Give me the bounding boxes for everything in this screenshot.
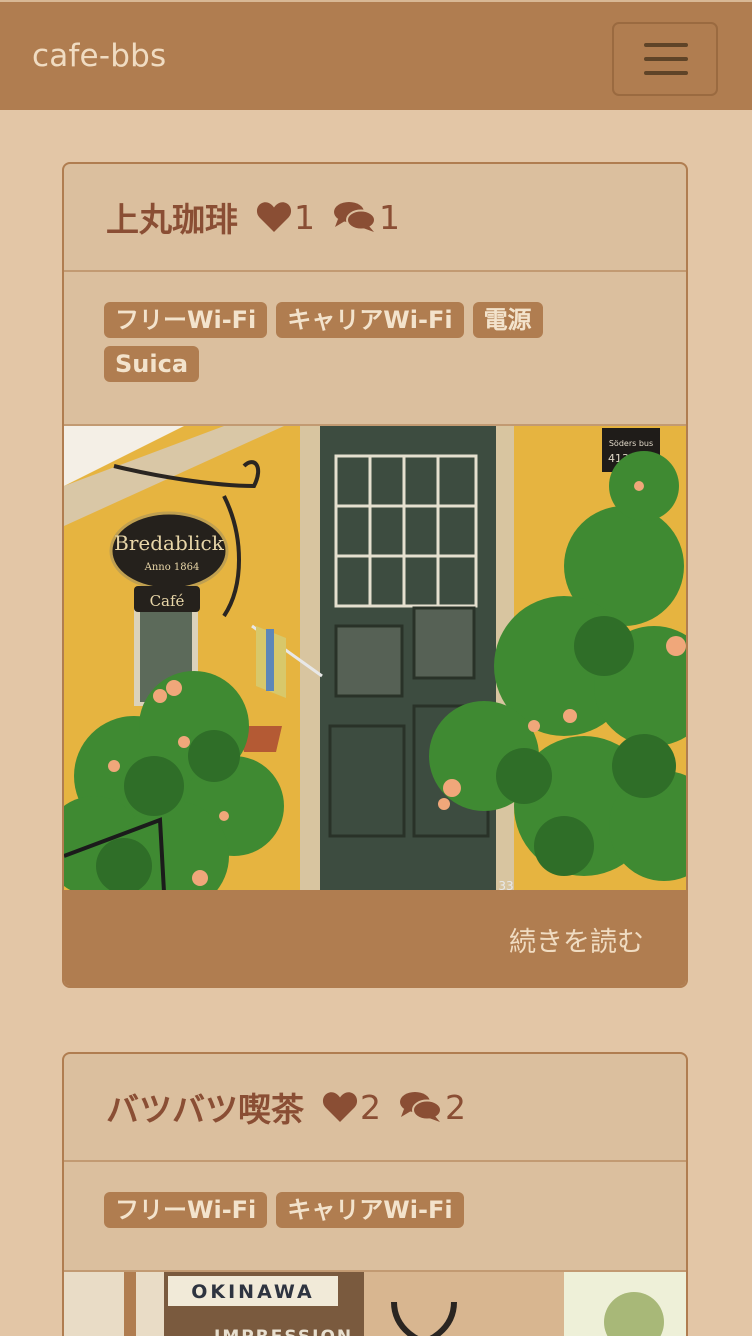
like-count[interactable]: 2 — [322, 1088, 381, 1127]
sign-name-text: Bredablick — [114, 531, 225, 555]
tag-badge[interactable]: 電源 — [472, 302, 543, 338]
heart-icon — [322, 1092, 358, 1122]
like-count-value: 2 — [360, 1087, 381, 1127]
comment-count-value: 2 — [445, 1087, 466, 1127]
tag-badge[interactable]: キャリアWi-Fi — [276, 1192, 464, 1228]
tag-badge[interactable]: フリーWi-Fi — [104, 302, 268, 338]
post-header: 上丸珈琲 1 1 — [64, 164, 686, 272]
hamburger-icon-line — [644, 57, 688, 61]
read-more-link[interactable]: 続きを読む — [509, 920, 644, 959]
tag-badge[interactable]: キャリアWi-Fi — [276, 302, 464, 338]
like-count[interactable]: 1 — [256, 198, 315, 237]
comments-icon — [400, 1092, 442, 1122]
cafe-storefront-photo[interactable]: Bredablick Anno 1864 Café Söders bus 413… — [64, 424, 686, 890]
hamburger-icon-line — [644, 71, 688, 75]
house-number-text: 33 — [498, 879, 513, 890]
post-card: 上丸珈琲 1 1 フリーWi-Fi キャリアWi-Fi 電源 Suica Bre… — [62, 162, 688, 988]
comment-count[interactable]: 2 — [399, 1088, 466, 1127]
tag-list: フリーWi-Fi キャリアWi-Fi 電源 Suica — [64, 272, 584, 390]
post-title[interactable]: バツバツ喫茶 — [106, 1083, 304, 1131]
impression-text: IMPRESSION — [214, 1327, 353, 1336]
like-count-value: 1 — [294, 197, 315, 237]
comment-count-value: 1 — [379, 197, 400, 237]
post-card: バツバツ喫茶 2 2 フリーWi-Fi キャリアWi-Fi OKINAWA IM… — [62, 1052, 688, 1336]
brand-link[interactable]: cafe-bbs — [32, 38, 166, 74]
menu-toggle-button[interactable] — [612, 22, 718, 96]
post-footer: 続きを読む — [64, 890, 686, 986]
tag-badge[interactable]: フリーWi-Fi — [104, 1192, 268, 1228]
bus-sign-line1: Söders bus — [609, 439, 653, 448]
tag-badge[interactable]: Suica — [104, 346, 200, 382]
comments-icon — [334, 202, 376, 232]
navbar: cafe-bbs — [0, 0, 752, 110]
hamburger-icon — [644, 43, 688, 47]
post-title[interactable]: 上丸珈琲 — [106, 193, 238, 241]
tag-list: フリーWi-Fi キャリアWi-Fi — [64, 1162, 584, 1236]
post-header: バツバツ喫茶 2 2 — [64, 1054, 686, 1162]
heart-icon — [256, 202, 292, 232]
comment-count[interactable]: 1 — [333, 198, 400, 237]
sign-sub-text: Anno 1864 — [144, 562, 200, 573]
cafe-interior-photo[interactable]: OKINAWA IMPRESSION — [64, 1270, 686, 1336]
sign-cafe-text: Café — [150, 592, 185, 610]
okinawa-text: OKINAWA — [191, 1281, 315, 1303]
